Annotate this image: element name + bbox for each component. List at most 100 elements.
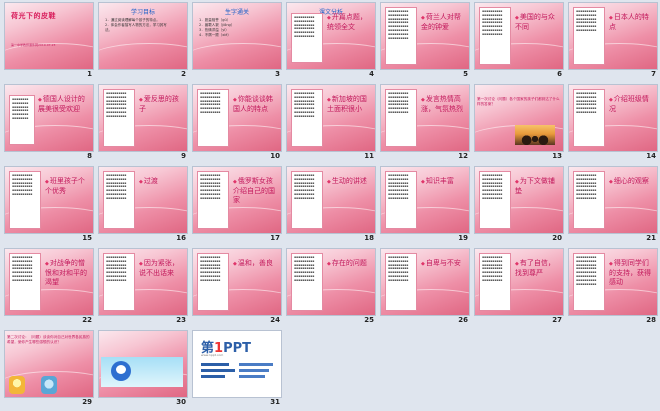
- slide-thumbnail-30[interactable]: 30: [98, 330, 192, 410]
- slide-number: 1: [87, 70, 92, 78]
- slide-number: 29: [82, 398, 92, 406]
- slide-thumbnail-3[interactable]: 生字通关 1．胆量相誉（gū） 2．兽颗人窘（jiǒng） 3．热情洋溢（yì）…: [192, 2, 286, 82]
- slide-text-box: ▪▪▪▪▪▪▪▪ ▪▪▪▪▪▪▪▪ ▪▪▪▪▪▪▪▪ ▪▪▪▪▪▪▪▪ ▪▪▪▪…: [9, 95, 35, 145]
- slide-callout: 自卑与不安: [421, 259, 465, 269]
- slide-number: 17: [270, 234, 280, 242]
- slide-number: 4: [369, 70, 374, 78]
- slide-thumbnail-12[interactable]: ▪▪▪▪▪▪▪▪▪▪ ▪▪▪▪▪▪▪▪▪▪ ▪▪▪▪▪▪▪▪▪▪ ▪▪▪▪▪▪▪…: [380, 84, 474, 164]
- slide-callout: 第一次讨论（问题）各个国家的孩子们都到达了什么样的答案？: [477, 97, 560, 106]
- slide-callout: 细心的观察: [609, 177, 653, 187]
- slide-number: 2: [181, 70, 186, 78]
- slide-text-box: ▪▪▪▪▪▪▪▪▪▪ ▪▪▪▪▪▪▪▪▪▪ ▪▪▪▪▪▪▪▪▪▪ ▪▪▪▪▪▪▪…: [197, 253, 229, 311]
- slide-preview: ▪▪▪▪▪▪▪▪▪▪ ▪▪▪▪▪▪▪▪▪▪ ▪▪▪▪▪▪▪▪▪▪ ▪▪▪▪▪▪▪…: [474, 248, 564, 316]
- slide-thumbnail-31[interactable]: 第1PPT www.1ppt.com 31: [192, 330, 286, 410]
- slide-number: 13: [552, 152, 562, 160]
- slide-thumbnail-5[interactable]: ▪▪▪▪▪▪▪▪▪▪ ▪▪▪▪▪▪▪▪▪▪ ▪▪▪▪▪▪▪▪▪▪ ▪▪▪▪▪▪▪…: [380, 2, 474, 82]
- slide-thumbnail-21[interactable]: ▪▪▪▪▪▪▪▪▪▪ ▪▪▪▪▪▪▪▪▪▪ ▪▪▪▪▪▪▪▪▪▪ ▪▪▪▪▪▪▪…: [568, 166, 660, 246]
- slide-callout: 德国人设计的展美很受欢迎: [38, 95, 90, 114]
- slide-thumbnail-18[interactable]: ▪▪▪▪▪▪▪▪▪▪ ▪▪▪▪▪▪▪▪▪▪ ▪▪▪▪▪▪▪▪▪▪ ▪▪▪▪▪▪▪…: [286, 166, 380, 246]
- slide-callout: 发言热情高涨，气氛热烈: [421, 95, 465, 114]
- slide-thumbnail-17[interactable]: ▪▪▪▪▪▪▪▪▪▪ ▪▪▪▪▪▪▪▪▪▪ ▪▪▪▪▪▪▪▪▪▪ ▪▪▪▪▪▪▪…: [192, 166, 286, 246]
- slide-thumbnail-29[interactable]: 第二次讨论：（问题）谈谈你对自己对世界各民族的希望，使你产生哪些感想的认识？ 2…: [4, 330, 98, 410]
- slide-thumbnail-15[interactable]: ▪▪▪▪▪▪▪▪▪▪ ▪▪▪▪▪▪▪▪▪▪ ▪▪▪▪▪▪▪▪▪▪ ▪▪▪▪▪▪▪…: [4, 166, 98, 246]
- slide-callout: 美国的与众不同: [515, 13, 559, 32]
- slide-text-box: ▪▪▪▪▪▪▪▪▪▪ ▪▪▪▪▪▪▪▪▪▪ ▪▪▪▪▪▪▪▪▪▪ ▪▪▪▪▪▪▪…: [385, 7, 417, 65]
- slide-thumbnail-9[interactable]: ▪▪▪▪▪▪▪▪▪▪ ▪▪▪▪▪▪▪▪▪▪ ▪▪▪▪▪▪▪▪▪▪ ▪▪▪▪▪▪▪…: [98, 84, 192, 164]
- slide-thumbnail-2[interactable]: 学习目标 1．通过阅读理解每个孩子的特点。 2．体会作者描写人物的方法，学习其写…: [98, 2, 192, 82]
- slide-thumbnail-4[interactable]: 课文分析 ▪▪▪▪▪▪▪▪▪▪ ▪▪▪▪▪▪▪▪▪▪ ▪▪▪▪▪▪▪▪▪▪ ▪▪…: [286, 2, 380, 82]
- slide-preview: ▪▪▪▪▪▪▪▪▪▪ ▪▪▪▪▪▪▪▪▪▪ ▪▪▪▪▪▪▪▪▪▪ ▪▪▪▪▪▪▪…: [474, 2, 564, 70]
- slide-preview: 学习目标 1．通过阅读理解每个孩子的特点。 2．体会作者描写人物的方法，学习其写…: [98, 2, 188, 70]
- slide-callout: 介绍班级情况: [609, 95, 653, 114]
- slide-text-box: ▪▪▪▪▪▪▪▪▪▪ ▪▪▪▪▪▪▪▪▪▪ ▪▪▪▪▪▪▪▪▪▪ ▪▪▪▪▪▪▪…: [9, 171, 41, 229]
- slide-text-box: ▪▪▪▪▪▪▪▪▪▪ ▪▪▪▪▪▪▪▪▪▪ ▪▪▪▪▪▪▪▪▪▪ ▪▪▪▪▪▪▪…: [103, 171, 135, 229]
- slide-text-box: ▪▪▪▪▪▪▪▪▪▪ ▪▪▪▪▪▪▪▪▪▪ ▪▪▪▪▪▪▪▪▪▪ ▪▪▪▪▪▪▪…: [9, 253, 41, 311]
- slide-thumbnail-6[interactable]: ▪▪▪▪▪▪▪▪▪▪ ▪▪▪▪▪▪▪▪▪▪ ▪▪▪▪▪▪▪▪▪▪ ▪▪▪▪▪▪▪…: [474, 2, 568, 82]
- slide-callout: 知识丰富: [421, 177, 465, 187]
- slide-number: 6: [557, 70, 562, 78]
- slide-text-box: ▪▪▪▪▪▪▪▪▪▪ ▪▪▪▪▪▪▪▪▪▪ ▪▪▪▪▪▪▪▪▪▪ ▪▪▪▪▪▪▪…: [197, 89, 229, 147]
- slide-number: 26: [458, 316, 468, 324]
- slide-number: 28: [646, 316, 656, 324]
- slide-preview: ▪▪▪▪▪▪▪▪▪▪ ▪▪▪▪▪▪▪▪▪▪ ▪▪▪▪▪▪▪▪▪▪ ▪▪▪▪▪▪▪…: [286, 166, 376, 234]
- slide-number: 22: [82, 316, 92, 324]
- slide-preview: ▪▪▪▪▪▪▪▪▪▪ ▪▪▪▪▪▪▪▪▪▪ ▪▪▪▪▪▪▪▪▪▪ ▪▪▪▪▪▪▪…: [568, 2, 658, 70]
- slide-thumbnail-14[interactable]: ▪▪▪▪▪▪▪▪▪▪ ▪▪▪▪▪▪▪▪▪▪ ▪▪▪▪▪▪▪▪▪▪ ▪▪▪▪▪▪▪…: [568, 84, 660, 164]
- slide-number: 24: [270, 316, 280, 324]
- slide-callout: 因为紧张，说不出话来: [139, 259, 183, 278]
- slide-thumbnail-24[interactable]: ▪▪▪▪▪▪▪▪▪▪ ▪▪▪▪▪▪▪▪▪▪ ▪▪▪▪▪▪▪▪▪▪ ▪▪▪▪▪▪▪…: [192, 248, 286, 328]
- slide-callout: 班里孩子个个优秀: [45, 177, 89, 196]
- slide-text-box: ▪▪▪▪▪▪▪▪▪▪ ▪▪▪▪▪▪▪▪▪▪ ▪▪▪▪▪▪▪▪▪▪ ▪▪▪▪▪▪▪…: [291, 171, 323, 229]
- slide-callout: 过渡: [139, 177, 183, 187]
- slide-number: 3: [275, 70, 280, 78]
- slide-preview: ▪▪▪▪▪▪▪▪▪▪ ▪▪▪▪▪▪▪▪▪▪ ▪▪▪▪▪▪▪▪▪▪ ▪▪▪▪▪▪▪…: [380, 166, 470, 234]
- slide-thumbnail-23[interactable]: ▪▪▪▪▪▪▪▪▪▪ ▪▪▪▪▪▪▪▪▪▪ ▪▪▪▪▪▪▪▪▪▪ ▪▪▪▪▪▪▪…: [98, 248, 192, 328]
- slide-preview: 第二次讨论：（问题）谈谈你对自己对世界各民族的希望，使你产生哪些感想的认识？: [4, 330, 94, 398]
- slide-preview: ▪▪▪▪▪▪▪▪▪▪ ▪▪▪▪▪▪▪▪▪▪ ▪▪▪▪▪▪▪▪▪▪ ▪▪▪▪▪▪▪…: [380, 84, 470, 152]
- slide-text-box: ▪▪▪▪▪▪▪▪▪▪ ▪▪▪▪▪▪▪▪▪▪ ▪▪▪▪▪▪▪▪▪▪ ▪▪▪▪▪▪▪…: [479, 171, 511, 229]
- slide-callout: 对战争的憎恨和对和平的渴望: [45, 259, 89, 287]
- slide-callout: 生动的讲述: [327, 177, 371, 187]
- slide-thumbnail-26[interactable]: ▪▪▪▪▪▪▪▪▪▪ ▪▪▪▪▪▪▪▪▪▪ ▪▪▪▪▪▪▪▪▪▪ ▪▪▪▪▪▪▪…: [380, 248, 474, 328]
- slide-thumbnail-1[interactable]: 荷光下的皮鞋 第一中学教师课件网2019-07-23 1: [4, 2, 98, 82]
- slide-number: 11: [364, 152, 374, 160]
- slide-thumbnail-7[interactable]: ▪▪▪▪▪▪▪▪▪▪ ▪▪▪▪▪▪▪▪▪▪ ▪▪▪▪▪▪▪▪▪▪ ▪▪▪▪▪▪▪…: [568, 2, 660, 82]
- slide-thumbnail-13[interactable]: 第一次讨论（问题）各个国家的孩子们都到达了什么样的答案？ 13: [474, 84, 568, 164]
- slide-thumbnail-28[interactable]: ▪▪▪▪▪▪▪▪▪▪ ▪▪▪▪▪▪▪▪▪▪ ▪▪▪▪▪▪▪▪▪▪ ▪▪▪▪▪▪▪…: [568, 248, 660, 328]
- slide-callout: 荷兰人对帮金的钟爱: [421, 13, 465, 32]
- slide-number: 5: [463, 70, 468, 78]
- slide-thumbnail-16[interactable]: ▪▪▪▪▪▪▪▪▪▪ ▪▪▪▪▪▪▪▪▪▪ ▪▪▪▪▪▪▪▪▪▪ ▪▪▪▪▪▪▪…: [98, 166, 192, 246]
- slide-thumbnail-25[interactable]: ▪▪▪▪▪▪▪▪▪▪ ▪▪▪▪▪▪▪▪▪▪ ▪▪▪▪▪▪▪▪▪▪ ▪▪▪▪▪▪▪…: [286, 248, 380, 328]
- slide-text-box: ▪▪▪▪▪▪▪▪▪▪ ▪▪▪▪▪▪▪▪▪▪ ▪▪▪▪▪▪▪▪▪▪ ▪▪▪▪▪▪▪…: [573, 253, 605, 311]
- slide-preview: ▪▪▪▪▪▪▪▪▪▪ ▪▪▪▪▪▪▪▪▪▪ ▪▪▪▪▪▪▪▪▪▪ ▪▪▪▪▪▪▪…: [192, 248, 282, 316]
- slide-text-box: ▪▪▪▪▪▪▪▪▪▪ ▪▪▪▪▪▪▪▪▪▪ ▪▪▪▪▪▪▪▪▪▪ ▪▪▪▪▪▪▪…: [385, 89, 417, 147]
- slide-callout: 日本人的特点: [609, 13, 653, 32]
- slide-thumbnail-20[interactable]: ▪▪▪▪▪▪▪▪▪▪ ▪▪▪▪▪▪▪▪▪▪ ▪▪▪▪▪▪▪▪▪▪ ▪▪▪▪▪▪▪…: [474, 166, 568, 246]
- slide-preview: ▪▪▪▪▪▪▪▪▪▪ ▪▪▪▪▪▪▪▪▪▪ ▪▪▪▪▪▪▪▪▪▪ ▪▪▪▪▪▪▪…: [568, 248, 658, 316]
- slide-text-box: ▪▪▪▪▪▪▪▪▪▪ ▪▪▪▪▪▪▪▪▪▪ ▪▪▪▪▪▪▪▪▪▪ ▪▪▪▪▪▪▪…: [197, 171, 229, 229]
- slide-number: 20: [552, 234, 562, 242]
- slide-preview: ▪▪▪▪▪▪▪▪ ▪▪▪▪▪▪▪▪ ▪▪▪▪▪▪▪▪ ▪▪▪▪▪▪▪▪ ▪▪▪▪…: [4, 84, 94, 152]
- slide-thumbnail-22[interactable]: ▪▪▪▪▪▪▪▪▪▪ ▪▪▪▪▪▪▪▪▪▪ ▪▪▪▪▪▪▪▪▪▪ ▪▪▪▪▪▪▪…: [4, 248, 98, 328]
- slide-number: 19: [458, 234, 468, 242]
- slide-preview: ▪▪▪▪▪▪▪▪▪▪ ▪▪▪▪▪▪▪▪▪▪ ▪▪▪▪▪▪▪▪▪▪ ▪▪▪▪▪▪▪…: [192, 84, 282, 152]
- slide-thumbnail-10[interactable]: ▪▪▪▪▪▪▪▪▪▪ ▪▪▪▪▪▪▪▪▪▪ ▪▪▪▪▪▪▪▪▪▪ ▪▪▪▪▪▪▪…: [192, 84, 286, 164]
- slide-text-box: ▪▪▪▪▪▪▪▪▪▪ ▪▪▪▪▪▪▪▪▪▪ ▪▪▪▪▪▪▪▪▪▪ ▪▪▪▪▪▪▪…: [573, 89, 605, 147]
- slide-preview: ▪▪▪▪▪▪▪▪▪▪ ▪▪▪▪▪▪▪▪▪▪ ▪▪▪▪▪▪▪▪▪▪ ▪▪▪▪▪▪▪…: [380, 2, 470, 70]
- slide-number: 16: [176, 234, 186, 242]
- promo-bar: [239, 363, 273, 366]
- slide-thumbnail-27[interactable]: ▪▪▪▪▪▪▪▪▪▪ ▪▪▪▪▪▪▪▪▪▪ ▪▪▪▪▪▪▪▪▪▪ ▪▪▪▪▪▪▪…: [474, 248, 568, 328]
- slide-number: 21: [646, 234, 656, 242]
- logo-caption: www.1ppt.com: [201, 353, 224, 357]
- slide-callout: 得到同学们的支持，获得感动: [609, 259, 653, 287]
- slide-preview: 第一次讨论（问题）各个国家的孩子们都到达了什么样的答案？: [474, 84, 564, 152]
- slide-thumbnail-8[interactable]: ▪▪▪▪▪▪▪▪ ▪▪▪▪▪▪▪▪ ▪▪▪▪▪▪▪▪ ▪▪▪▪▪▪▪▪ ▪▪▪▪…: [4, 84, 98, 164]
- slide-preview: ▪▪▪▪▪▪▪▪▪▪ ▪▪▪▪▪▪▪▪▪▪ ▪▪▪▪▪▪▪▪▪▪ ▪▪▪▪▪▪▪…: [286, 84, 376, 152]
- slide-thumbnail-19[interactable]: ▪▪▪▪▪▪▪▪▪▪ ▪▪▪▪▪▪▪▪▪▪ ▪▪▪▪▪▪▪▪▪▪ ▪▪▪▪▪▪▪…: [380, 166, 474, 246]
- slide-text-box: ▪▪▪▪▪▪▪▪▪▪ ▪▪▪▪▪▪▪▪▪▪ ▪▪▪▪▪▪▪▪▪▪ ▪▪▪▪▪▪▪…: [291, 89, 323, 147]
- slide-callout: 温和，善良: [233, 259, 277, 269]
- slide-thumbnail-11[interactable]: ▪▪▪▪▪▪▪▪▪▪ ▪▪▪▪▪▪▪▪▪▪ ▪▪▪▪▪▪▪▪▪▪ ▪▪▪▪▪▪▪…: [286, 84, 380, 164]
- slide-preview: ▪▪▪▪▪▪▪▪▪▪ ▪▪▪▪▪▪▪▪▪▪ ▪▪▪▪▪▪▪▪▪▪ ▪▪▪▪▪▪▪…: [98, 248, 188, 316]
- slide-text-box: ▪▪▪▪▪▪▪▪▪▪ ▪▪▪▪▪▪▪▪▪▪ ▪▪▪▪▪▪▪▪▪▪ ▪▪▪▪▪▪▪…: [385, 171, 417, 229]
- slide-text-box: ▪▪▪▪▪▪▪▪▪▪ ▪▪▪▪▪▪▪▪▪▪ ▪▪▪▪▪▪▪▪▪▪ ▪▪▪▪▪▪▪…: [385, 253, 417, 311]
